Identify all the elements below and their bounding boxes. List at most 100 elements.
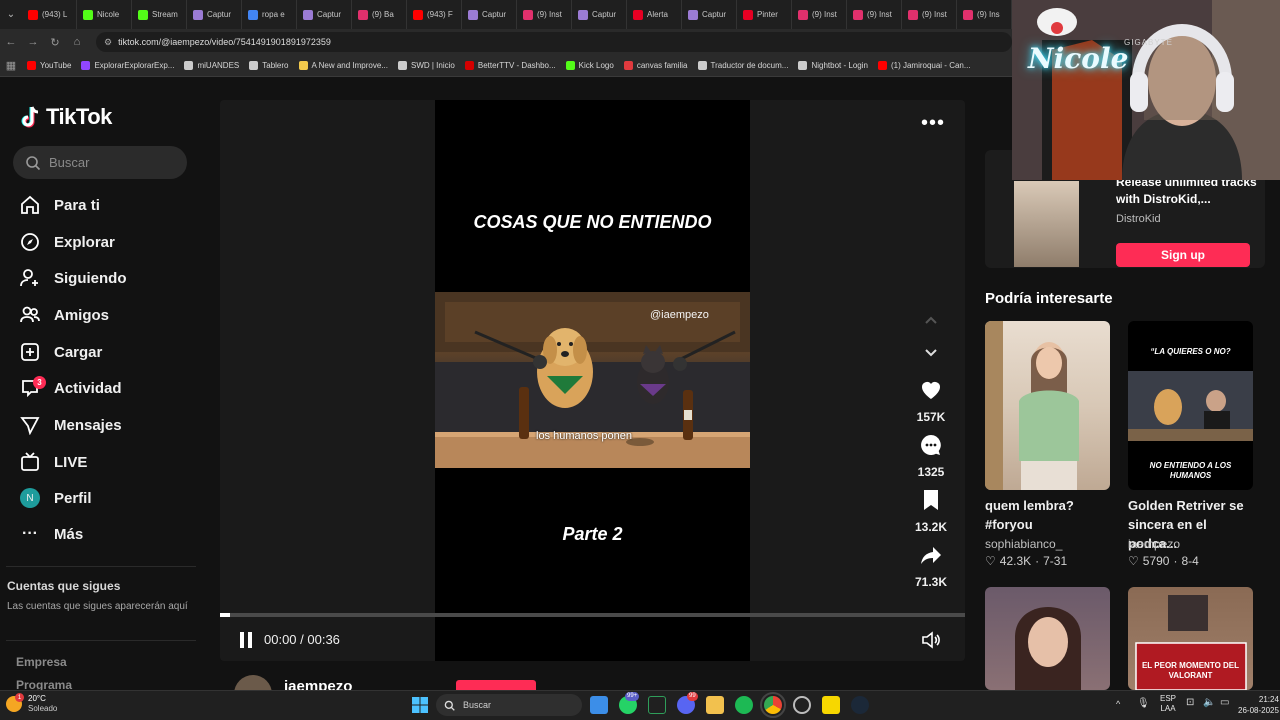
tab-search-chevron-icon[interactable]: ⌄ <box>0 9 22 20</box>
browser-tab[interactable]: Stream <box>132 0 187 29</box>
tab-title: Pinter <box>757 10 778 19</box>
sticky-notes-icon[interactable] <box>822 696 840 714</box>
search-input[interactable]: Buscar <box>13 146 187 179</box>
browser-tab[interactable]: (9) Inst <box>517 0 572 29</box>
bookmark-item[interactable]: canvas familia <box>619 61 693 70</box>
sidebar-item-cargar[interactable]: Cargar <box>20 342 102 362</box>
recommendation-thumbnail[interactable]: EL PEOR MOMENTO DEL VALORANT <box>1128 587 1253 690</box>
sidebar-item-siguiendo[interactable]: Siguiendo <box>20 268 127 288</box>
browser-tab[interactable]: (9) Inst <box>847 0 902 29</box>
bookmark-item[interactable]: (1) Jamiroquai - Can... <box>873 61 976 70</box>
speaker-icon[interactable]: 🔈 <box>1203 697 1215 708</box>
next-video-chevron-down-icon[interactable] <box>923 345 939 366</box>
sidebar-item-explorar[interactable]: Explorar <box>20 232 115 252</box>
input-language-indicator[interactable]: ESP LAA <box>1160 694 1176 714</box>
recommendation-thumbnail[interactable]: “LA QUIERES O NO? NO ENTIENDO A LOS HUMA… <box>1128 321 1253 490</box>
previous-video-chevron-up-icon[interactable] <box>923 312 939 333</box>
browser-tab[interactable]: (943) L <box>22 0 77 29</box>
volume-icon[interactable] <box>921 630 941 655</box>
thumbnail-caption-top: “LA QUIERES O NO? <box>1150 347 1231 356</box>
browser-tab[interactable]: Captur <box>462 0 517 29</box>
browser-tab[interactable]: Nicole <box>77 0 132 29</box>
ad-thumbnail[interactable] <box>1014 181 1079 267</box>
bookmark-favicon-icon <box>81 61 91 70</box>
tiktok-logo[interactable]: TikTok <box>20 104 112 130</box>
bookmark-item[interactable]: Kick Logo <box>561 61 619 70</box>
windows-start-icon[interactable] <box>411 696 429 714</box>
battery-icon[interactable]: ▭ <box>1220 697 1229 708</box>
bookmark-item[interactable]: Tablero <box>244 61 293 70</box>
friends-icon <box>20 306 40 323</box>
recommendation-author[interactable]: sophiabianco_ <box>985 537 1062 551</box>
bookmark-item[interactable]: miUANDES <box>179 61 244 70</box>
browser-tab[interactable]: (9) Inst <box>902 0 957 29</box>
browser-tab[interactable]: (9) Ins <box>957 0 1012 29</box>
tab-favicon-icon <box>28 9 38 20</box>
url-field[interactable]: ⚙ tiktok.com/@iaempezo/video/75414919018… <box>96 32 1012 52</box>
notes-app-icon[interactable] <box>590 696 608 714</box>
recommendation-title[interactable]: quem lembra? #foryou <box>985 496 1115 534</box>
show-hidden-icons-chevron-icon[interactable]: ^ <box>1116 699 1120 709</box>
browser-tab[interactable]: Captur <box>572 0 627 29</box>
like-heart-icon[interactable] <box>919 378 943 407</box>
file-explorer-icon[interactable] <box>706 696 724 714</box>
browser-tab[interactable]: ropa e <box>242 0 297 29</box>
apps-grid-icon[interactable]: ▦ <box>0 59 22 72</box>
steam-icon[interactable] <box>851 696 869 714</box>
footer-link-empresa[interactable]: Empresa <box>16 655 67 669</box>
bookmark-item[interactable]: YouTube <box>22 61 76 70</box>
home-icon[interactable]: ⌂ <box>66 36 88 48</box>
sidebar-item-para-ti[interactable]: Para ti <box>20 195 100 215</box>
browser-tab[interactable]: Captur <box>187 0 242 29</box>
tab-favicon-icon <box>468 9 478 20</box>
comment-bubble-icon[interactable] <box>919 433 943 462</box>
recommendation-thumbnail[interactable] <box>985 587 1110 690</box>
bookmark-item[interactable]: BetterTTV - Dashbo... <box>460 61 561 70</box>
recommendation-thumbnail[interactable] <box>985 321 1110 490</box>
bookmark-item[interactable]: Traductor de docum... <box>693 61 794 70</box>
forward-arrow-icon[interactable]: → <box>22 36 44 48</box>
reload-icon[interactable]: ↻ <box>44 36 66 49</box>
discord-icon[interactable]: 99 <box>677 692 698 714</box>
more-options-icon[interactable]: ••• <box>921 112 945 135</box>
browser-tab[interactable]: Pinter <box>737 0 792 29</box>
taskbar-clock[interactable]: 21:24 26-08-2025 <box>1238 694 1279 716</box>
bookmark-item[interactable]: A New and Improve... <box>294 61 393 70</box>
recommendation-author[interactable]: iaempezo <box>1128 537 1180 551</box>
video-time-display: 00:00 / 00:36 <box>264 632 340 647</box>
pause-icon[interactable] <box>238 631 254 654</box>
bookmark-item[interactable]: ExplorarExplorarExp... <box>76 61 179 70</box>
browser-tab[interactable]: Alerta <box>627 0 682 29</box>
back-arrow-icon[interactable]: ← <box>0 36 22 48</box>
sidebar-item-mensajes[interactable]: Mensajes <box>20 415 122 435</box>
whatsapp-icon[interactable]: 99+ <box>619 692 640 714</box>
settings-gear-icon[interactable] <box>793 696 811 714</box>
bookmark-icon[interactable] <box>921 488 941 517</box>
spotify-icon[interactable] <box>735 696 753 714</box>
browser-tab[interactable]: (9) Ba <box>352 0 407 29</box>
tab-title: Nicole <box>97 10 120 19</box>
ad-signup-button[interactable]: Sign up <box>1116 243 1250 267</box>
chrome-icon[interactable] <box>760 692 786 718</box>
tab-title: (943) L <box>42 10 68 19</box>
sidebar-item-perfil[interactable]: N Perfil <box>20 488 92 508</box>
share-arrow-icon[interactable] <box>919 543 943 572</box>
browser-tab[interactable]: Captur <box>682 0 737 29</box>
network-icon[interactable]: ⊡ <box>1186 697 1194 708</box>
sidebar-item-mas[interactable]: ··· Más <box>20 525 83 543</box>
bookmark-item[interactable]: Nightbot - Login <box>793 61 872 70</box>
browser-tab[interactable]: (9) Inst <box>792 0 847 29</box>
video-progress-bar[interactable] <box>220 613 965 617</box>
bookmark-favicon-icon <box>27 61 36 70</box>
bookmark-item[interactable]: SWD | Inicio <box>393 61 460 70</box>
taskbar-search-input[interactable]: Buscar <box>436 694 582 716</box>
browser-tab[interactable]: (943) F <box>407 0 462 29</box>
sidebar-item-live[interactable]: LIVE <box>20 452 87 472</box>
browser-tab[interactable]: Captur <box>297 0 352 29</box>
site-info-icon[interactable]: ⚙ <box>104 37 112 48</box>
weather-widget[interactable]: 1 20°C Soleado <box>6 693 57 714</box>
xbox-icon[interactable] <box>648 696 666 714</box>
bookmark-label: ExplorarExplorarExp... <box>94 61 175 70</box>
microphone-icon[interactable]: 🎙 <box>1137 698 1150 709</box>
sidebar-item-amigos[interactable]: Amigos <box>20 305 109 325</box>
